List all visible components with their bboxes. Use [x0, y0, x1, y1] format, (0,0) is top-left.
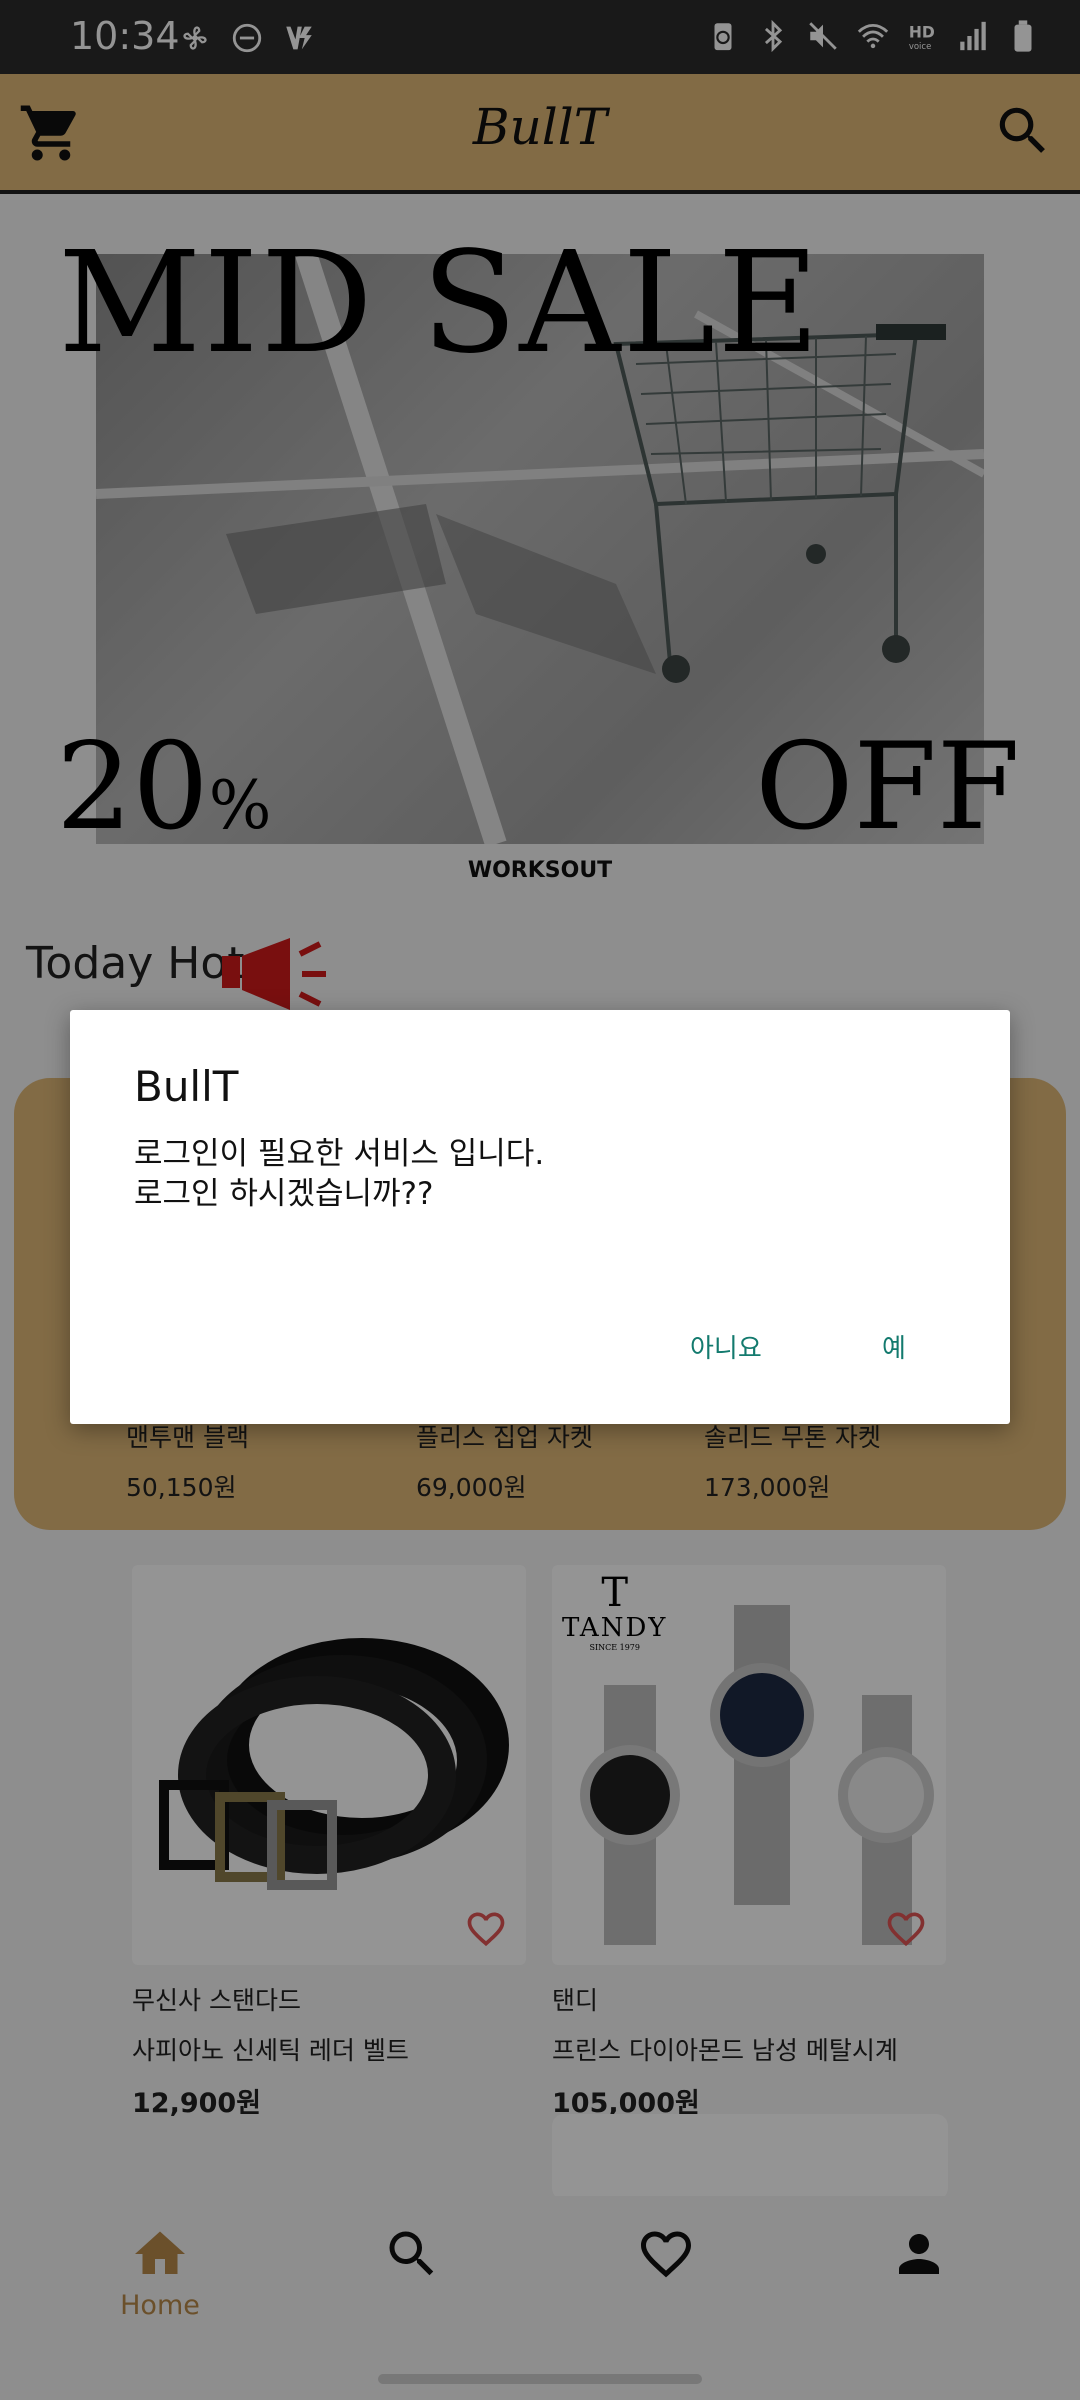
dialog-no-button[interactable]: 아니요	[690, 1328, 762, 1365]
app-screen: 10:34 HD voice BullT MID SALE 20% OFF WO…	[0, 0, 1080, 2400]
dialog-message: 로그인이 필요한 서비스 입니다. 로그인 하시겠습니까??	[134, 1136, 545, 1212]
dialog-yes-button[interactable]: 예	[882, 1328, 906, 1365]
dialog-title: BullT	[134, 1062, 239, 1111]
login-required-dialog: BullT 로그인이 필요한 서비스 입니다. 로그인 하시겠습니까?? 아니요…	[70, 1010, 1010, 1424]
